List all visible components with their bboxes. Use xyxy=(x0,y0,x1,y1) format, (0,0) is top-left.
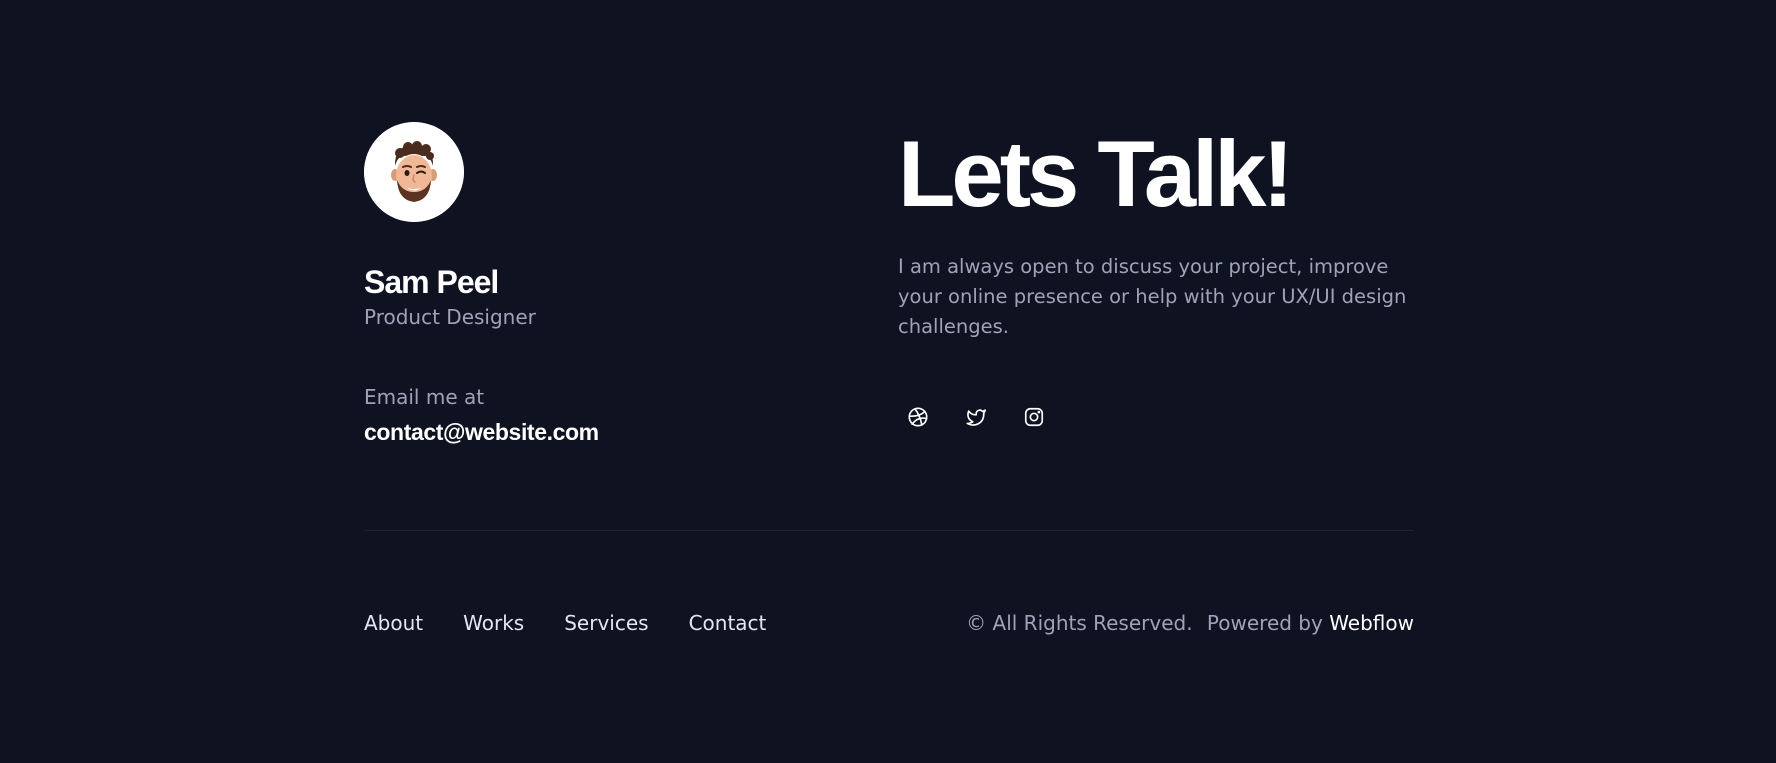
copyright-text: © All Rights Reserved. xyxy=(966,611,1193,635)
page-title: Lets Talk! xyxy=(898,121,1294,226)
intro-text: I am always open to discuss your project… xyxy=(898,255,1407,338)
instagram-icon xyxy=(1024,407,1044,427)
section-divider xyxy=(364,530,1414,531)
memoji-avatar-icon xyxy=(364,122,464,222)
instagram-link[interactable] xyxy=(1014,400,1054,434)
email-label: Email me at xyxy=(364,385,485,409)
powered-by-text: Powered by xyxy=(1206,611,1323,635)
webflow-link[interactable]: Webflow xyxy=(1329,611,1414,635)
twitter-link[interactable] xyxy=(956,400,996,434)
profile-name: Sam Peel xyxy=(364,264,499,300)
social-links xyxy=(898,400,1054,434)
dribbble-icon xyxy=(908,407,928,427)
footer-nav: About Works Services Contact xyxy=(364,610,766,636)
email-link[interactable]: contact@website.com xyxy=(364,417,599,447)
footer-link-contact[interactable]: Contact xyxy=(689,610,767,636)
avatar xyxy=(364,122,464,222)
footer-legal: © All Rights Reserved. Powered by Webflo… xyxy=(966,610,1414,636)
footer-link-services[interactable]: Services xyxy=(564,610,648,636)
dribbble-link[interactable] xyxy=(898,400,938,434)
twitter-icon xyxy=(966,409,986,426)
footer-link-about[interactable]: About xyxy=(364,610,423,636)
footer-link-works[interactable]: Works xyxy=(463,610,524,636)
profile-role: Product Designer xyxy=(364,305,536,329)
contact-section: Sam Peel Product Designer Email me at co… xyxy=(364,0,1414,763)
